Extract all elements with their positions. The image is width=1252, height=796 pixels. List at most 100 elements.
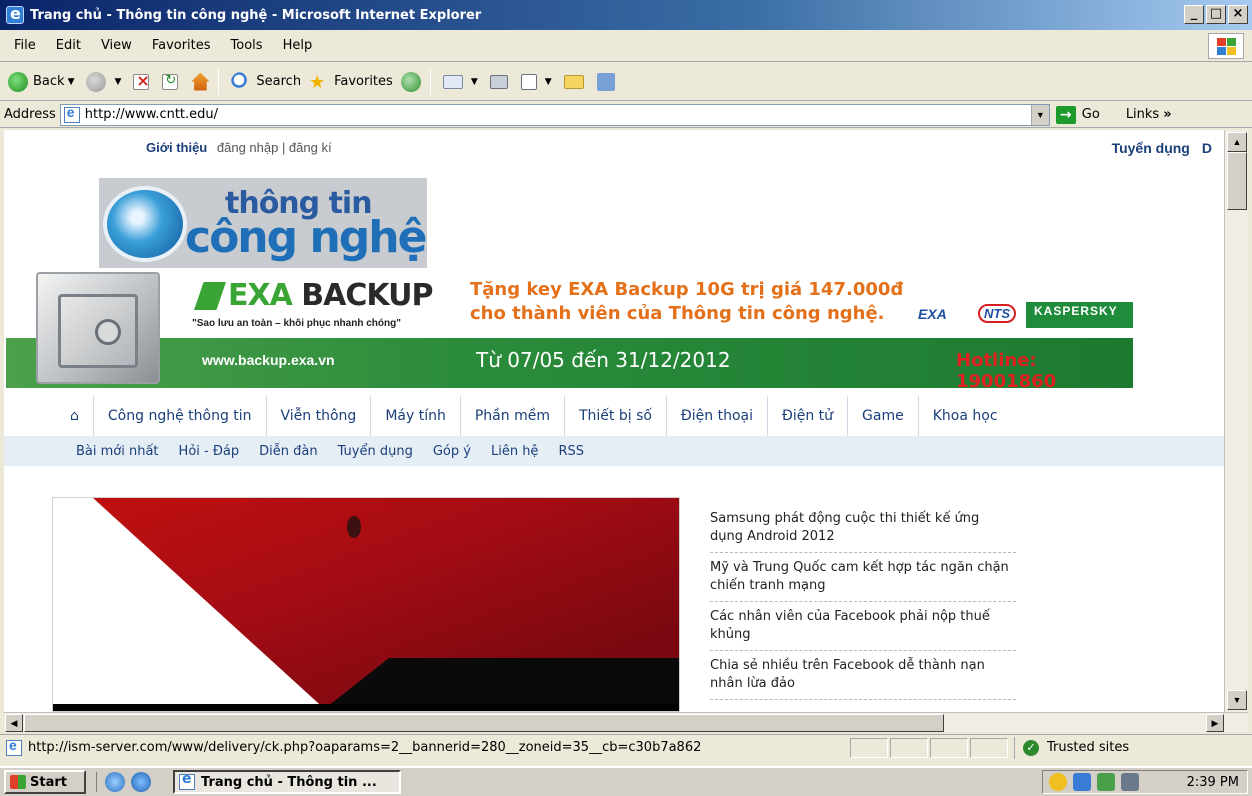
links-button[interactable]: Links» [1126,107,1172,122]
subnav-feedback[interactable]: Góp ý [433,444,471,459]
nav-home-icon[interactable]: ⌂ [52,396,93,436]
mail-dropdown-icon[interactable]: ▼ [471,77,478,87]
scroll-right-icon[interactable]: ▶ [1206,714,1224,732]
headline-item[interactable]: Mỹ và Trung Quốc cam kết hợp tác ngăn ch… [710,553,1016,602]
address-dropdown-icon[interactable]: ▼ [1030,104,1049,125]
edit-button[interactable]: ▼ [520,73,556,90]
go-button[interactable]: → Go [1055,105,1100,124]
start-label: Start [30,774,67,790]
media-button[interactable] [400,71,426,92]
address-url[interactable]: http://www.cntt.edu/ [85,107,218,122]
status-pane [890,737,928,758]
home-button[interactable] [191,72,214,91]
sub-nav: Bài mới nhất Hỏi - Đáp Diễn đàn Tuyển dụ… [4,436,1224,466]
status-text: http://ism-server.com/www/delivery/ck.ph… [28,740,702,755]
go-label: Go [1081,107,1100,122]
maximize-button[interactable]: □ [1206,5,1226,24]
alien-logo-icon [347,516,361,538]
subnav-recruit[interactable]: Tuyển dụng [338,444,413,459]
nav-may-tinh[interactable]: Máy tính [370,396,460,436]
menu-edit[interactable]: Edit [56,38,81,53]
address-input[interactable]: http://www.cntt.edu/ ▼ [59,103,1050,126]
ie-quicklaunch-icon[interactable] [131,772,151,792]
vertical-scroll-thumb[interactable] [1227,152,1247,210]
intro-link[interactable]: Giới thiệu [146,140,207,155]
scroll-up-icon[interactable]: ▲ [1227,132,1247,152]
close-button[interactable]: × [1228,5,1248,24]
search-button[interactable]: Search [231,71,302,92]
status-pane [930,737,968,758]
menu-file[interactable]: File [14,38,36,53]
subnav-contact[interactable]: Liên hệ [491,444,538,459]
nav-vien-thong[interactable]: Viễn thông [265,396,371,436]
main-nav: ⌂ Công nghệ thông tin Viễn thông Máy tín… [52,396,1012,436]
network-icon[interactable] [1073,773,1091,791]
windows-logo-icon [1208,33,1244,59]
nav-phan-mem[interactable]: Phần mềm [459,396,564,436]
headline-item[interactable]: Chia sẻ nhiều trên Facebook dễ thành nạn… [710,651,1016,700]
nav-dien-tu[interactable]: Điện tử [767,396,847,436]
forward-button[interactable]: ▼ [86,71,125,92]
security-zone[interactable]: ✓ Trusted sites [1014,736,1129,759]
taskbar: Start Trang chủ - Thông tin ... 2:39 PM [0,766,1252,796]
menu-help[interactable]: Help [283,38,313,53]
subnav-qa[interactable]: Hỏi - Đáp [179,444,240,459]
horizontal-scroll-thumb[interactable] [24,714,944,732]
mail-button[interactable]: ▼ [442,74,482,89]
menu-favorites[interactable]: Favorites [152,38,211,53]
search-icon [231,71,252,92]
taskbar-window-button[interactable]: Trang chủ - Thông tin ... [173,770,401,794]
login-register-links[interactable]: đăng nhập | đăng kí [217,140,332,155]
print-button[interactable] [489,74,513,89]
cut-off-link[interactable]: D [1202,140,1212,156]
scroll-left-icon[interactable]: ◀ [5,714,23,732]
featured-image[interactable] [52,497,680,712]
banner-hotline: Hotline: 19001860 [956,350,1057,388]
vertical-scrollbar[interactable]: ▲ ▼ [1224,130,1248,712]
system-tray: 2:39 PM [1042,770,1248,794]
nav-cntt[interactable]: Công nghệ thông tin [92,396,266,436]
vm-icon[interactable] [1121,773,1139,791]
stop-button[interactable] [133,71,154,90]
show-desktop-icon[interactable] [105,772,125,792]
forward-arrow-icon [86,71,107,92]
window-title: Trang chủ - Thông tin công nghệ - Micros… [30,7,482,23]
nav-dien-thoai[interactable]: Điện thoại [665,396,767,436]
menu-view[interactable]: View [101,38,132,53]
back-dropdown-icon[interactable]: ▼ [68,77,75,87]
headline-item[interactable]: Các nhân viên của Facebook phải nộp thuế… [710,602,1016,651]
recruit-link[interactable]: Tuyển dụng [1112,140,1190,156]
menu-bar: File Edit View Favorites Tools Help [0,30,1252,62]
edit-dropdown-icon[interactable]: ▼ [545,77,552,87]
start-button[interactable]: Start [4,770,86,794]
search-label: Search [256,74,302,89]
horizontal-scrollbar[interactable]: ◀ ▶ [4,712,1248,732]
vmware-tools-icon[interactable] [1097,773,1115,791]
menu-tools[interactable]: Tools [231,38,263,53]
refresh-button[interactable] [162,73,183,90]
page-viewport: Giới thiệu đăng nhập | đăng kí Tuyển dụn… [4,130,1224,712]
back-button[interactable]: Back ▼ [8,71,78,92]
ad-banner[interactable]: EXA BACKUP "Sao lưu an toàn – khôi phục … [6,270,1133,388]
headline-item[interactable]: Samsung phát động cuộc thi thiết kế ứng … [710,506,1016,553]
clock[interactable]: 2:39 PM [1187,775,1239,790]
subnav-forum[interactable]: Diễn đàn [259,444,317,459]
nav-thiet-bi-so[interactable]: Thiết bị số [563,396,666,436]
forward-dropdown-icon[interactable]: ▼ [114,77,121,87]
kaspersky-logo: KASPERSKY [1026,302,1133,328]
subnav-rss[interactable]: RSS [558,444,584,459]
page-icon [6,737,22,756]
security-shield-icon[interactable] [1049,773,1067,791]
messenger-button[interactable] [596,72,620,91]
folder-button[interactable] [563,74,589,89]
favorites-button[interactable]: ★ Favorites [309,71,393,93]
minimize-button[interactable]: _ [1184,5,1204,24]
subnav-latest[interactable]: Bài mới nhất [76,444,159,459]
nav-khoa-hoc[interactable]: Khoa học [917,396,1012,436]
scroll-down-icon[interactable]: ▼ [1227,690,1247,710]
star-icon: ★ [309,71,326,93]
headline-list: Samsung phát động cuộc thi thiết kế ứng … [710,506,1016,700]
standard-toolbar: Back ▼ ▼ Search ★ Favorites [0,63,1252,101]
site-logo[interactable]: thông tin công nghệ [99,178,427,268]
nav-game[interactable]: Game [847,396,918,436]
